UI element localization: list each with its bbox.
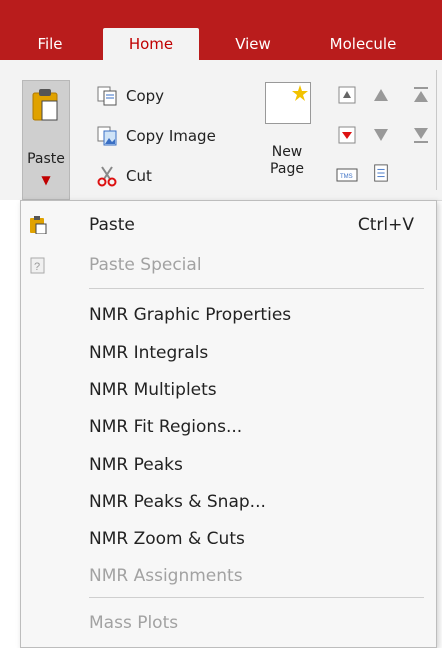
menu-item-nmr-fit-regions[interactable]: NMR Fit Regions... (21, 411, 436, 443)
page-properties-icon[interactable] (372, 164, 390, 182)
svg-text:TMS: TMS (340, 174, 353, 180)
menu-item-nmr-integrals[interactable]: NMR Integrals (21, 337, 436, 369)
menu-separator (89, 288, 424, 289)
menu-item-label: NMR Multiplets (89, 380, 217, 400)
menu-item-nmr-graphic-properties[interactable]: NMR Graphic Properties (21, 299, 436, 331)
menu-item-nmr-zoom-cuts[interactable]: NMR Zoom & Cuts (21, 523, 436, 555)
tab-file[interactable]: File (22, 28, 78, 60)
menu-item-paste-special[interactable]: ? Paste Special (21, 249, 436, 281)
move-up-icon[interactable] (372, 86, 390, 104)
clipboard-icon (30, 216, 47, 234)
new-page-icon (265, 82, 311, 124)
new-page-label-line2: Page (270, 161, 304, 177)
menu-item-label: NMR Assignments (89, 566, 243, 586)
new-page-label-line1: New (271, 144, 303, 160)
menu-item-label: NMR Peaks & Snap... (89, 492, 266, 512)
tab-home[interactable]: Home (103, 28, 199, 62)
menu-item-nmr-peaks-snap[interactable]: NMR Peaks & Snap... (21, 486, 436, 518)
paste-dropdown-menu: Paste Ctrl+V ? Paste Special NMR Graphic… (20, 200, 437, 648)
tab-view[interactable]: View (222, 28, 284, 60)
cut-button[interactable]: Cut (96, 164, 152, 188)
menu-item-label: NMR Graphic Properties (89, 305, 292, 325)
menu-item-mass-plots[interactable]: Mass Plots (21, 607, 436, 639)
menu-item-paste-label: Paste (89, 215, 135, 235)
copy-label: Copy (126, 87, 165, 105)
menu-item-nmr-assignments[interactable]: NMR Assignments (21, 560, 436, 592)
copy-image-label: Copy Image (126, 127, 216, 145)
copy-image-icon (97, 126, 117, 146)
svg-text:?: ? (34, 261, 40, 273)
clipboard-icon (32, 89, 58, 121)
menu-item-label: NMR Integrals (89, 343, 209, 363)
menu-separator (89, 597, 424, 598)
ribbon-group-divider (436, 70, 437, 190)
copy-image-button[interactable]: Copy Image (96, 124, 216, 148)
menu-item-paste-special-label: Paste Special (89, 255, 202, 275)
new-page-button[interactable]: New Page (260, 82, 314, 190)
page-insert-icon[interactable] (338, 126, 356, 144)
page-thumbnail-icon[interactable]: TMS (336, 166, 358, 184)
paste-button-label: Paste (27, 151, 65, 167)
menu-item-label: NMR Fit Regions... (89, 417, 243, 437)
paste-split-button[interactable]: Paste ▼ (22, 80, 70, 200)
tab-molecule[interactable]: Molecule (308, 28, 418, 60)
paste-shortcut: Ctrl+V (357, 215, 414, 235)
copy-button[interactable]: Copy (96, 84, 164, 108)
move-bottom-icon[interactable] (412, 126, 430, 144)
document-left-strip (0, 200, 21, 646)
menu-item-paste[interactable]: Paste Ctrl+V (21, 209, 436, 241)
move-down-icon[interactable] (372, 126, 390, 144)
cut-label: Cut (126, 167, 152, 185)
page-image-icon[interactable] (338, 86, 356, 104)
copy-icon (97, 86, 117, 106)
menu-item-label: NMR Peaks (89, 455, 183, 475)
paste-dropdown-arrow-icon[interactable]: ▼ (23, 173, 69, 187)
paste-special-icon: ? (30, 257, 45, 274)
menu-item-label: Mass Plots (89, 613, 179, 633)
menu-item-nmr-multiplets[interactable]: NMR Multiplets (21, 374, 436, 406)
menu-item-label: NMR Zoom & Cuts (89, 529, 245, 549)
scissors-icon (97, 166, 117, 187)
move-top-icon[interactable] (412, 86, 430, 104)
menu-item-nmr-peaks[interactable]: NMR Peaks (21, 449, 436, 481)
